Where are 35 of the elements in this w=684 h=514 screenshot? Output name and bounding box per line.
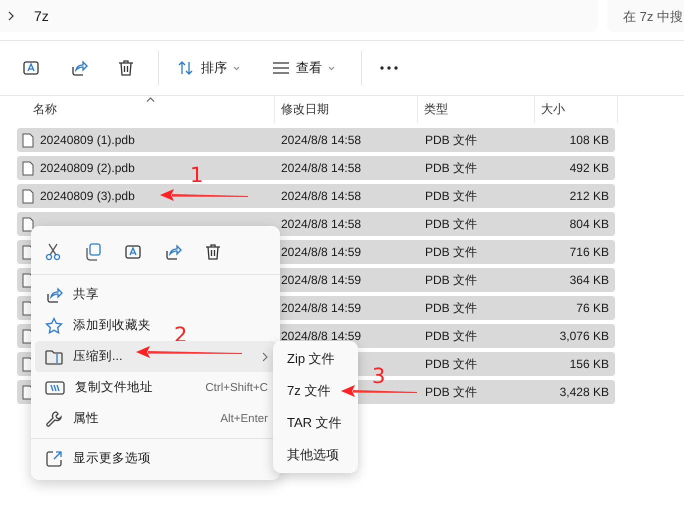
file-size: 364 KB bbox=[568, 273, 609, 287]
annotation-number: 3 bbox=[372, 364, 386, 388]
file-size: 108 KB bbox=[568, 133, 609, 147]
folder-path: 7z bbox=[34, 8, 49, 24]
shortcut-text: Ctrl+Shift+C bbox=[205, 382, 268, 394]
file-type: PDB 文件 bbox=[425, 132, 478, 148]
file-type: PDB 文件 bbox=[425, 244, 478, 260]
file-size: 76 KB bbox=[575, 301, 609, 315]
modified-date: 2024/8/8 14:59 bbox=[281, 301, 362, 315]
modified-date: 2024/8/8 14:59 bbox=[281, 273, 362, 287]
modified-date: 2024/8/8 14:58 bbox=[281, 189, 362, 203]
file-size: 3,076 KB bbox=[558, 329, 609, 343]
file-type: PDB 文件 bbox=[425, 328, 478, 344]
file-type: PDB 文件 bbox=[425, 356, 478, 372]
file-size: 716 KB bbox=[568, 245, 609, 259]
file-type: PDB 文件 bbox=[425, 300, 478, 316]
file-size: 804 KB bbox=[568, 217, 609, 231]
file-type: PDB 文件 bbox=[425, 188, 478, 204]
file-name: 20240809 (3).pdb bbox=[40, 189, 135, 203]
file-name: 20240809 (2).pdb bbox=[40, 161, 135, 175]
modified-date: 2024/8/8 14:59 bbox=[281, 329, 362, 343]
modified-date: 2024/8/8 14:58 bbox=[281, 217, 362, 231]
file-size: 492 KB bbox=[568, 161, 609, 175]
modified-date: 2024/8/8 14:58 bbox=[281, 133, 362, 147]
file-type: PDB 文件 bbox=[425, 272, 478, 288]
modified-date: 2024/8/8 14:59 bbox=[281, 245, 362, 259]
file-size: 3,428 KB bbox=[558, 385, 609, 399]
file-type: PDB 文件 bbox=[425, 160, 478, 176]
file-size: 156 KB bbox=[568, 357, 609, 371]
shortcut-text: Alt+Enter bbox=[220, 412, 268, 424]
file-type: PDB 文件 bbox=[425, 216, 478, 232]
modified-date: 2024/8/8 14:58 bbox=[281, 161, 362, 175]
file-size: 212 KB bbox=[568, 189, 609, 203]
file-type: PDB 文件 bbox=[425, 384, 478, 400]
file-name: 20240809 (1).pdb bbox=[40, 133, 135, 147]
